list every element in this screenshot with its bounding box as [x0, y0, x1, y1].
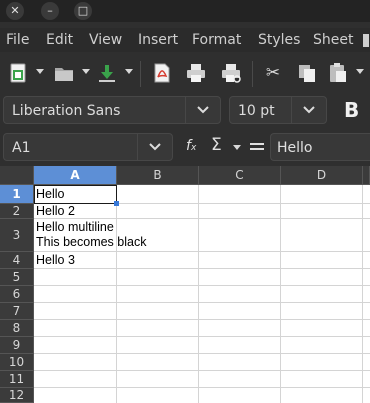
print-preview-icon: [222, 64, 241, 83]
close-window-button[interactable]: ✕: [6, 2, 24, 20]
grid-line: [34, 302, 370, 303]
row-header-3[interactable]: 3: [0, 219, 34, 252]
spreadsheet-grid[interactable]: A B C D 1 2 3 4 5 6 7 8 9 10 11 12 Hello…: [0, 166, 370, 403]
grid-line: [34, 251, 370, 252]
grid-line: [34, 336, 370, 337]
paste-icon: [330, 63, 346, 82]
copy-icon: [299, 65, 315, 82]
menu-format[interactable]: Format: [192, 32, 241, 48]
open-dropdown[interactable]: [82, 69, 90, 74]
minimize-window-button[interactable]: –: [41, 2, 59, 20]
chevron-down-icon: [303, 106, 315, 114]
column-header-d[interactable]: D: [281, 166, 363, 185]
name-box[interactable]: A1: [3, 133, 173, 161]
new-spreadsheet-icon: [10, 63, 26, 83]
formula-button[interactable]: [249, 139, 265, 153]
maximize-window-button[interactable]: □: [74, 2, 92, 20]
menu-view[interactable]: View: [89, 32, 122, 48]
name-box-dropdown[interactable]: [137, 134, 172, 160]
standard-toolbar: ✂: [0, 55, 370, 93]
print-button[interactable]: [185, 62, 207, 84]
grid-line: [34, 218, 370, 219]
cell-a4[interactable]: Hello 3: [36, 254, 75, 267]
new-document-dropdown[interactable]: [36, 69, 44, 74]
grid-line: [34, 285, 370, 286]
row-header-9[interactable]: 9: [0, 337, 34, 354]
row-header-11[interactable]: 11: [0, 371, 34, 388]
title-bar: ✕ – □: [0, 0, 370, 22]
font-size-combo[interactable]: 10 pt: [229, 96, 327, 124]
cell-selection-box: [34, 185, 117, 204]
font-name-dropdown[interactable]: [185, 97, 220, 123]
paste-button[interactable]: [327, 62, 349, 84]
grid-line: [34, 370, 370, 371]
menu-file[interactable]: File: [6, 32, 29, 48]
column-header-e[interactable]: [363, 166, 370, 185]
font-name-combo[interactable]: Liberation Sans: [3, 96, 221, 124]
formula-input[interactable]: Hello: [270, 133, 370, 161]
formatting-toolbar: Liberation Sans 10 pt B: [0, 93, 370, 129]
equals-icon: [250, 143, 264, 150]
paste-dropdown[interactable]: [356, 69, 364, 74]
column-header-c[interactable]: C: [199, 166, 281, 185]
cell-a3-line1[interactable]: Hello multiline: [36, 221, 114, 234]
font-size-dropdown[interactable]: [291, 97, 326, 123]
row-header-5[interactable]: 5: [0, 269, 34, 286]
menu-edit[interactable]: Edit: [46, 32, 73, 48]
font-size-value: 10 pt: [238, 103, 275, 119]
function-wizard-button[interactable]: fx: [186, 138, 206, 156]
save-dropdown[interactable]: [125, 69, 133, 74]
pdf-icon: [154, 63, 170, 83]
select-all-corner[interactable]: [0, 166, 34, 185]
print-preview-button[interactable]: [220, 62, 242, 84]
cell-a3-line2[interactable]: This becomes black: [36, 236, 146, 249]
folder-icon: [55, 68, 73, 81]
menu-bar: File Edit View Insert Format Styles Shee…: [0, 28, 370, 52]
row-header-2[interactable]: 2: [0, 204, 34, 219]
formula-bar: A1 fx Σ Hello: [0, 130, 370, 164]
column-header-b[interactable]: B: [117, 166, 199, 185]
export-pdf-button[interactable]: [151, 62, 173, 84]
scissors-icon: ✂: [265, 63, 281, 83]
row-header-1[interactable]: 1: [0, 185, 34, 204]
printer-icon: [187, 64, 205, 82]
row-header-7[interactable]: 7: [0, 303, 34, 320]
row-header-4[interactable]: 4: [0, 252, 34, 269]
menu-styles[interactable]: Styles: [258, 32, 300, 48]
toolbar-separator: [140, 61, 141, 87]
toolbar-separator: [252, 61, 253, 87]
formula-input-value: Hello: [277, 140, 313, 156]
column-header-a[interactable]: A: [34, 166, 117, 185]
cell-reference: A1: [12, 140, 31, 156]
grid-line: [34, 319, 370, 320]
font-name-value: Liberation Sans: [12, 103, 121, 119]
autosum-dropdown[interactable]: [233, 145, 241, 150]
chevron-down-icon: [197, 106, 209, 114]
autosum-button[interactable]: Σ: [211, 135, 229, 157]
grid-line: [34, 387, 370, 388]
row-header-10[interactable]: 10: [0, 354, 34, 371]
row-header-8[interactable]: 8: [0, 320, 34, 337]
new-document-button[interactable]: [8, 62, 30, 84]
open-button[interactable]: [53, 62, 75, 84]
chevron-down-icon: [149, 143, 161, 151]
menu-insert[interactable]: Insert: [138, 32, 178, 48]
copy-button[interactable]: [296, 62, 318, 84]
save-button[interactable]: [96, 62, 118, 84]
menu-overflow-indicator: [363, 34, 369, 47]
cut-button[interactable]: ✂: [262, 62, 284, 84]
sum-icon: Σ: [211, 135, 222, 155]
bold-button[interactable]: B: [337, 96, 370, 124]
row-header-12[interactable]: 12: [0, 388, 34, 403]
download-save-icon: [99, 65, 115, 82]
menu-sheet[interactable]: Sheet: [313, 32, 353, 48]
cell-a2[interactable]: Hello 2: [36, 205, 75, 218]
grid-line: [34, 268, 370, 269]
bold-icon: B: [344, 98, 360, 122]
grid-line: [34, 353, 370, 354]
row-header-6[interactable]: 6: [0, 286, 34, 303]
autofill-handle[interactable]: [114, 201, 119, 206]
